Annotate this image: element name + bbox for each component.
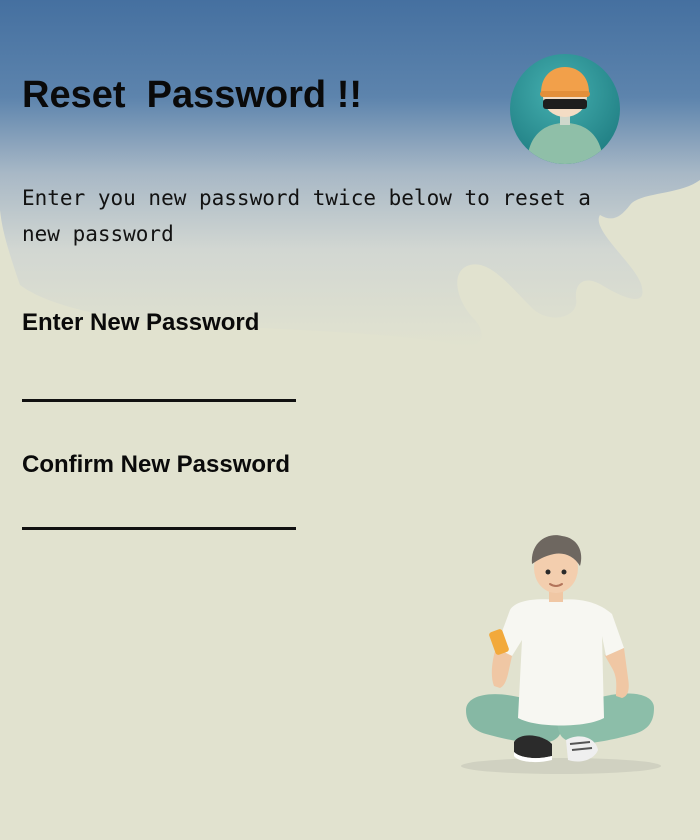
- page-title: Reset Password !!: [22, 74, 362, 116]
- user-avatar-icon: [510, 54, 620, 164]
- confirm-password-label: Confirm New Password: [22, 451, 291, 478]
- page-subtitle: Enter you new password twice below to re…: [22, 186, 591, 246]
- new-password-label: Enter New Password: [22, 309, 260, 336]
- person-with-phone-illustration: [461, 535, 661, 774]
- new-password-input[interactable]: [22, 368, 296, 402]
- reset-password-screen: Reset Password !! Enter you new password…: [0, 0, 700, 840]
- confirm-password-input[interactable]: [22, 496, 296, 530]
